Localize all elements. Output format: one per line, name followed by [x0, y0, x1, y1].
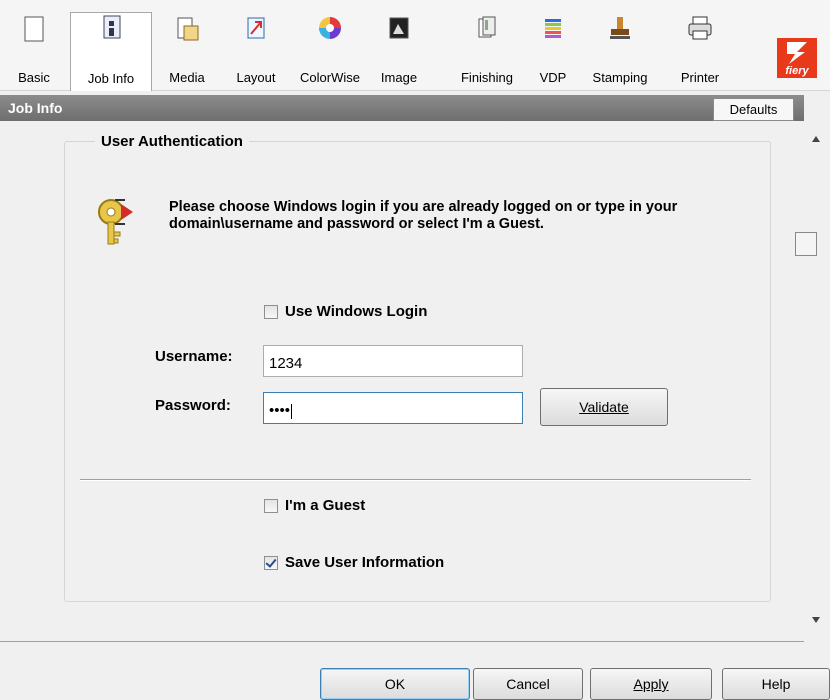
password-input[interactable]: •••• [263, 392, 523, 424]
toolbar: Basic Job Info Media Layout ColorWise Im… [0, 0, 830, 91]
colorwise-icon [319, 17, 341, 39]
media-icon [177, 17, 199, 41]
fiery-logo: fiery [777, 38, 817, 78]
scroll-up-arrow-icon[interactable] [812, 136, 820, 142]
section-header: Job Info [0, 95, 804, 121]
tab-label: Layout [236, 70, 276, 85]
layout-icon [247, 17, 265, 39]
checkbox-box[interactable] [264, 305, 278, 319]
apply-button-label: Apply [633, 676, 669, 692]
checkbox-label: Use Windows Login [285, 303, 428, 320]
username-label: Username: [155, 348, 233, 365]
defaults-button[interactable]: Defaults [713, 98, 794, 121]
tab-image[interactable]: Image [372, 14, 426, 90]
checkbox-box[interactable] [264, 556, 278, 570]
job-info-icon [103, 15, 121, 39]
instructions-text: Please choose Windows login if you are a… [169, 199, 678, 232]
tab-label: ColorWise [300, 70, 360, 85]
tab-basic[interactable]: Basic [10, 14, 58, 90]
scrollbar-thumb[interactable] [795, 232, 817, 256]
section-title: Job Info [8, 100, 63, 116]
cancel-button[interactable]: Cancel [473, 668, 583, 700]
separator [80, 479, 751, 481]
tab-label: Image [380, 70, 418, 85]
username-input[interactable]: 1234 [263, 345, 523, 377]
tab-stamping[interactable]: Stamping [585, 14, 655, 90]
fiery-logo-text: fiery [785, 65, 809, 77]
tab-label: Job Info [87, 71, 135, 86]
tab-label: Finishing [460, 70, 514, 85]
tab-finishing[interactable]: Finishing [452, 14, 522, 90]
tab-vdp[interactable]: VDP [532, 14, 574, 90]
tab-layout[interactable]: Layout [225, 14, 287, 90]
tab-label: Basic [18, 70, 50, 85]
settings-panel: User Authentication Please choose Window… [0, 121, 804, 642]
validate-button[interactable]: Validate [540, 388, 668, 426]
user-authentication-group: User Authentication Please choose Window… [64, 133, 771, 602]
help-button[interactable]: Help [722, 668, 830, 700]
finishing-icon [478, 16, 496, 38]
tab-colorwise[interactable]: ColorWise [290, 14, 370, 90]
password-value: •••• [269, 402, 291, 419]
apply-button[interactable]: Apply [590, 668, 712, 700]
image-icon [389, 17, 409, 39]
ok-button[interactable]: OK [320, 668, 470, 700]
tab-label: VDP [539, 70, 567, 85]
tab-label: Stamping [592, 70, 648, 85]
text-caret [291, 403, 293, 419]
key-icon [98, 199, 133, 245]
username-value: 1234 [269, 355, 303, 372]
printer-icon [688, 16, 712, 40]
group-title: User Authentication [95, 133, 249, 150]
validate-button-label: Validate [579, 399, 629, 415]
checkbox-label: Save User Information [285, 554, 445, 571]
tab-label: Printer [680, 70, 720, 85]
scroll-down-arrow-icon[interactable] [812, 617, 820, 623]
tab-label: Media [169, 70, 205, 85]
checkbox-box[interactable] [264, 499, 278, 513]
vdp-icon [545, 19, 561, 38]
tab-job-info[interactable]: Job Info [70, 12, 152, 91]
tab-media[interactable]: Media [160, 14, 214, 90]
password-label: Password: [155, 397, 231, 414]
stamping-icon [610, 17, 630, 39]
vertical-scrollbar[interactable] [795, 121, 830, 641]
checkbox-label: I'm a Guest [285, 497, 366, 514]
tab-printer[interactable]: Printer [672, 14, 728, 90]
basic-icon [24, 16, 44, 42]
